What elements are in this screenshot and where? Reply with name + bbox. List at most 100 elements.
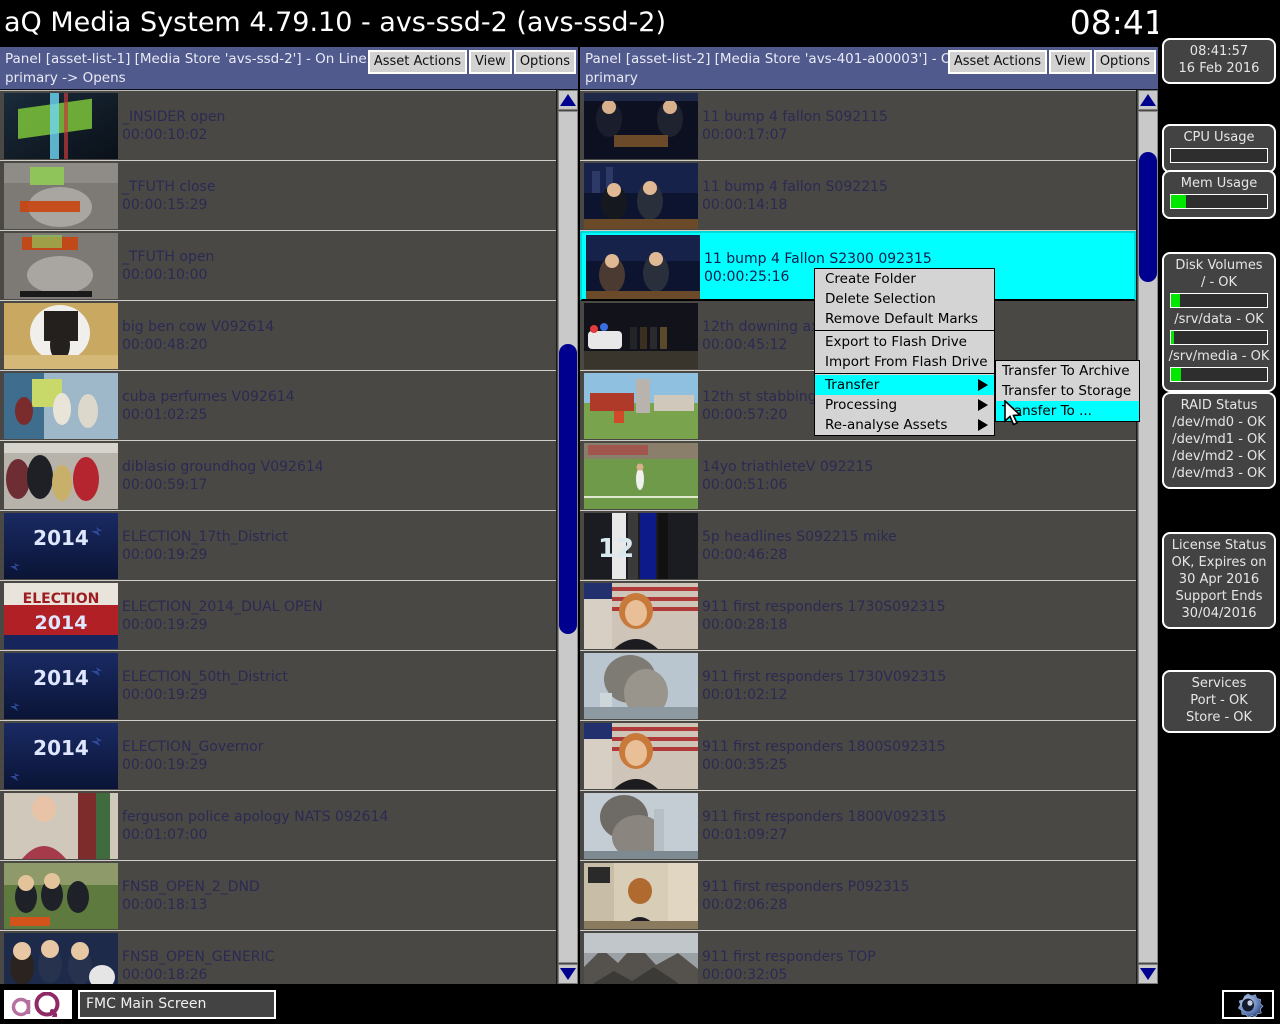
asset-row[interactable]: cuba perfumes V092614 00:01:02:25 bbox=[0, 371, 556, 441]
asset-row[interactable]: _TFUTH close 00:00:15:29 bbox=[0, 161, 556, 231]
scroll-track-2[interactable] bbox=[1138, 111, 1158, 963]
gear-icon[interactable] bbox=[1222, 990, 1274, 1019]
scrollbar-1[interactable] bbox=[556, 90, 578, 984]
asset-timecode: 00:00:45:12 bbox=[702, 337, 788, 353]
asset-name: big ben cow V092614 bbox=[122, 319, 275, 335]
menu-item-label: Transfer to Storage bbox=[1002, 383, 1132, 399]
menu-item-import-from-flash-drive[interactable]: Import From Flash Drive bbox=[815, 352, 994, 372]
asset-timecode: 00:00:18:13 bbox=[122, 897, 208, 913]
services-title: Services bbox=[1191, 676, 1247, 691]
scroll-up-arrow-1[interactable] bbox=[558, 90, 578, 110]
mem-usage-meter bbox=[1170, 194, 1268, 209]
asset-name: cuba perfumes V092614 bbox=[122, 389, 295, 405]
asset-row[interactable]: FNSB_OPEN_2_DND 00:00:18:13 bbox=[0, 861, 556, 931]
view-button-1[interactable]: View bbox=[468, 50, 512, 74]
asset-list-2[interactable]: 11 bump 4 fallon S092115 00:00:17:07 11 bu… bbox=[580, 90, 1136, 984]
asset-name: ELECTION_17th_District bbox=[122, 529, 288, 545]
asset-thumbnail bbox=[4, 163, 118, 229]
menu-separator bbox=[815, 330, 994, 331]
submenu-item-transfer-to-storage[interactable]: Transfer to Storage bbox=[996, 381, 1139, 401]
svg-text:2014: 2014 bbox=[33, 666, 89, 690]
services-line-1: Store - OK bbox=[1185, 710, 1253, 725]
asset-row[interactable]: 911 first responders 1730S092315 00:00:28… bbox=[580, 581, 1136, 651]
scroll-thumb-1[interactable] bbox=[559, 344, 577, 634]
asset-row[interactable]: 12 5p headlines S092215 mike 00:00:46:28 bbox=[580, 511, 1136, 581]
raid-status-box: RAID Status /dev/md0 - OK /dev/md1 - OK … bbox=[1162, 392, 1276, 489]
asset-timecode: 00:01:09:27 bbox=[702, 827, 788, 843]
asset-timecode: 00:00:48:20 bbox=[122, 337, 208, 353]
asset-thumbnail bbox=[4, 93, 118, 159]
scroll-down-arrow-1[interactable] bbox=[558, 964, 578, 984]
menu-item-transfer[interactable]: Transfer bbox=[815, 375, 994, 395]
panel-header-2-line2: primary bbox=[585, 70, 638, 86]
menu-item-remove-default-marks[interactable]: Remove Default Marks bbox=[815, 309, 994, 329]
asset-name: 14yo triathleteV 092215 bbox=[702, 459, 874, 475]
raid-line-0: /dev/md0 - OK bbox=[1172, 415, 1266, 430]
asset-row[interactable]: 2014 ELECTION_17th_District 00:00:19:29 bbox=[0, 511, 556, 581]
asset-row[interactable]: 911 first responders 1730V092315 00:01:02… bbox=[580, 651, 1136, 721]
asset-timecode: 00:00:51:06 bbox=[702, 477, 788, 493]
submenu-arrow-icon bbox=[978, 419, 988, 431]
sidebar-clock-box: 08:41:57 16 Feb 2016 bbox=[1162, 38, 1276, 84]
aq-logo-icon[interactable] bbox=[4, 990, 72, 1019]
asset-row[interactable]: 911 first responders 1800S092315 00:00:35… bbox=[580, 721, 1136, 791]
menu-item-re-analyse-assets[interactable]: Re-analyse Assets bbox=[815, 415, 994, 435]
asset-row[interactable]: diblasio groundhog V092614 00:00:59:17 bbox=[0, 441, 556, 511]
menu-item-label: Re-analyse Assets bbox=[825, 417, 948, 433]
asset-list-1[interactable]: _INSIDER open 00:00:10:02 _TFUTH close 00:0… bbox=[0, 90, 556, 984]
menu-item-processing[interactable]: Processing bbox=[815, 395, 994, 415]
mem-usage-label: Mem Usage bbox=[1180, 176, 1258, 191]
asset-row[interactable]: 2014 ELECTION_50th_District 00:00:19:29 bbox=[0, 651, 556, 721]
taskbar-task-fmc-main-screen[interactable]: FMC Main Screen bbox=[78, 990, 276, 1019]
asset-thumbnail: 2014 bbox=[4, 723, 118, 789]
asset-row[interactable]: 911 first responders P092315 00:02:06:28 bbox=[580, 861, 1136, 931]
submenu-item-transfer-to-archive[interactable]: Transfer To Archive bbox=[996, 361, 1139, 381]
scroll-down-arrow-2[interactable] bbox=[1138, 964, 1158, 984]
asset-actions-button-2[interactable]: Asset Actions bbox=[947, 50, 1047, 74]
asset-name: 12th downing axy bbox=[702, 319, 828, 335]
asset-row[interactable]: ferguson police apology NATS 092614 00:01… bbox=[0, 791, 556, 861]
asset-name: 911 first responders 1730V092315 bbox=[702, 669, 947, 685]
disk-vol-1-label: /srv/data - OK bbox=[1174, 312, 1264, 327]
scroll-thumb-2[interactable] bbox=[1139, 152, 1157, 282]
asset-name: _INSIDER open bbox=[122, 109, 226, 125]
asset-name: FNSB_OPEN_2_DND bbox=[122, 879, 260, 895]
asset-name: 11 bump 4 Fallon S2300 092315 bbox=[704, 251, 932, 267]
view-button-2[interactable]: View bbox=[1048, 50, 1092, 74]
asset-thumbnail: 12 bbox=[584, 513, 698, 579]
asset-row[interactable]: 911 first responders TOP 00:00:32:05 bbox=[580, 931, 1136, 984]
scroll-up-arrow-2[interactable] bbox=[1138, 90, 1158, 110]
asset-row[interactable]: FNSB_OPEN_GENERIC 00:00:18:26 bbox=[0, 931, 556, 984]
options-button-2[interactable]: Options bbox=[1093, 50, 1156, 74]
asset-thumbnail bbox=[584, 793, 698, 859]
menu-item-delete-selection[interactable]: Delete Selection bbox=[815, 289, 994, 309]
asset-row[interactable]: _INSIDER open 00:00:10:02 bbox=[0, 91, 556, 161]
cpu-usage-box: CPU Usage bbox=[1162, 124, 1276, 173]
asset-name: 911 first responders 1800S092315 bbox=[702, 739, 946, 755]
scroll-track-1[interactable] bbox=[558, 111, 578, 963]
menu-item-label: Transfer To Archive bbox=[1002, 363, 1130, 379]
asset-row[interactable]: 14yo triathleteV 092215 00:00:51:06 bbox=[580, 441, 1136, 511]
asset-name: _TFUTH open bbox=[122, 249, 215, 265]
options-button-1[interactable]: Options bbox=[513, 50, 576, 74]
context-menu[interactable]: Create Folder Delete Selection Remove Defa… bbox=[814, 268, 995, 436]
asset-thumbnail bbox=[4, 933, 118, 984]
sidebar-clock-date: 16 Feb 2016 bbox=[1178, 61, 1260, 76]
asset-row[interactable]: 11 bump 4 fallon S092215 00:00:14:18 bbox=[580, 161, 1136, 231]
menu-item-label: Transfer bbox=[825, 377, 880, 393]
asset-thumbnail bbox=[584, 443, 698, 509]
asset-row[interactable]: 11 bump 4 fallon S092115 00:00:17:07 bbox=[580, 91, 1136, 161]
asset-row[interactable]: big ben cow V092614 00:00:48:20 bbox=[0, 301, 556, 371]
asset-row[interactable]: ELECTION 2014 ELECTION_2014_DUAL OPEN 00:00… bbox=[0, 581, 556, 651]
asset-row[interactable]: _TFUTH open 00:00:10:00 bbox=[0, 231, 556, 301]
asset-timecode: 00:00:19:29 bbox=[122, 547, 208, 563]
panel-header-1-line2: primary -> Opens bbox=[5, 70, 126, 86]
menu-item-create-folder[interactable]: Create Folder bbox=[815, 269, 994, 289]
asset-actions-button-1[interactable]: Asset Actions bbox=[367, 50, 467, 74]
asset-row[interactable]: 2014 ELECTION_Governor 00:00:19:29 bbox=[0, 721, 556, 791]
asset-thumbnail bbox=[584, 863, 698, 929]
scrollbar-2[interactable] bbox=[1136, 90, 1158, 984]
menu-item-export-to-flash-drive[interactable]: Export to Flash Drive bbox=[815, 332, 994, 352]
asset-name: 911 first responders P092315 bbox=[702, 879, 910, 895]
asset-row[interactable]: 911 first responders 1800V092315 00:01:09… bbox=[580, 791, 1136, 861]
